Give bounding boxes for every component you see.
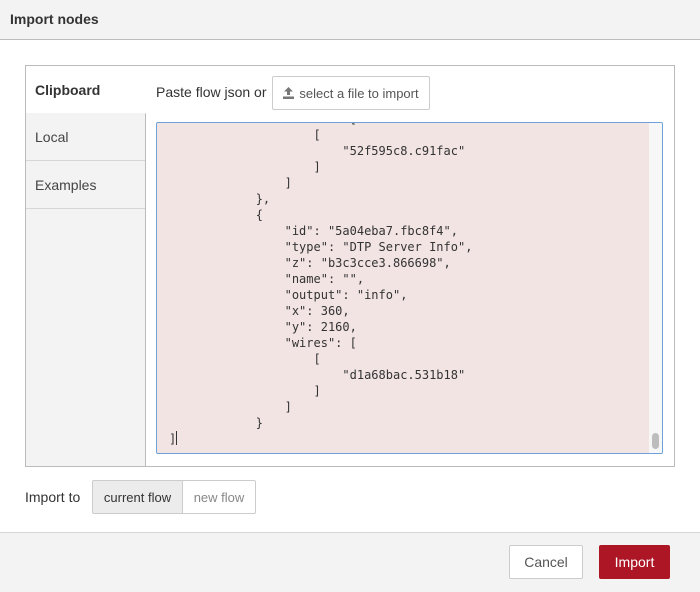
dialog-header: Import nodes (0, 0, 700, 40)
import-button[interactable]: Import (599, 545, 670, 579)
import-source-tabs: Clipboard Local Examples (26, 66, 146, 466)
select-file-button[interactable]: select a file to import (272, 76, 430, 110)
select-file-label: select a file to import (299, 85, 419, 101)
cancel-button[interactable]: Cancel (509, 545, 583, 579)
tab-local[interactable]: Local (26, 113, 145, 161)
tab-examples[interactable]: Examples (26, 161, 145, 209)
flow-json-content: "wires": [ [ "52f595c8.c91fac" ] ] }, { … (169, 123, 473, 446)
import-target-toggle: current flow new flow (92, 480, 256, 514)
flow-json-textarea[interactable]: "wires": [ [ "52f595c8.c91fac" ] ] }, { … (156, 122, 663, 454)
upload-icon (283, 87, 295, 99)
dialog-footer: Cancel Import (0, 532, 700, 592)
tab-clipboard[interactable]: Clipboard (26, 66, 146, 114)
editor-scrollbar[interactable] (649, 123, 662, 453)
import-to-label: Import to (25, 489, 81, 505)
new-flow-button[interactable]: new flow (183, 480, 256, 514)
text-caret (176, 431, 177, 445)
editor-scrollbar-thumb[interactable] (652, 433, 659, 449)
dialog-title: Import nodes (10, 11, 99, 27)
current-flow-button[interactable]: current flow (92, 480, 183, 514)
paste-flow-label: Paste flow json or (156, 84, 267, 100)
import-panel: Clipboard Local Examples Paste flow json… (25, 65, 675, 467)
